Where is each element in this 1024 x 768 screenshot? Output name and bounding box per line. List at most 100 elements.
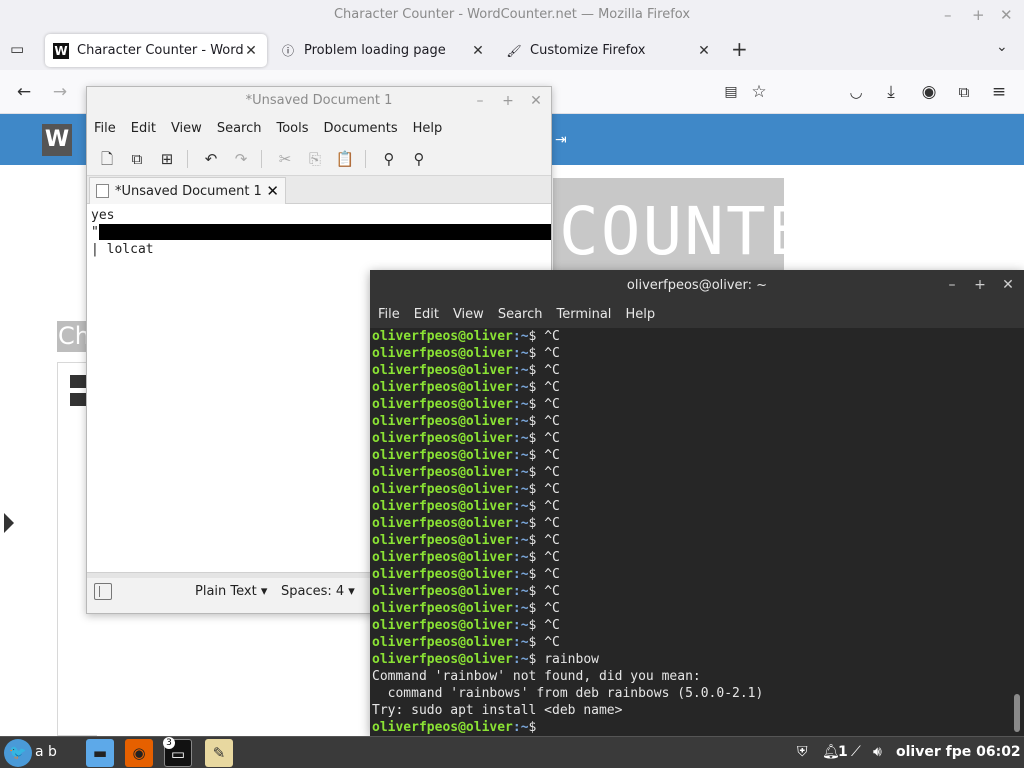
maximize-button[interactable]: + [498,87,518,115]
forward-arrow-icon[interactable]: → [48,80,72,104]
login-icon[interactable]: ⇥ [555,132,567,148]
minimize-button[interactable]: – [944,0,952,30]
user-and-clock[interactable]: oliver fpe 06:02 [896,744,1021,760]
back-arrow-icon[interactable]: ← [12,80,36,104]
firefox-window-title: Character Counter - WordCounter.net — Mo… [333,7,691,22]
tab-close-icon[interactable]: ✕ [266,182,279,200]
search-icon[interactable]: ⚲ [378,148,400,170]
new-document-icon[interactable]: 🗋 [96,148,118,170]
open-file-icon[interactable]: ⊞ [156,148,178,170]
terminal-line: oliverfpeos@oliver:~$ ^C [372,549,1022,566]
command-text: ^C [544,431,560,446]
editor-line: | lolcat [91,242,154,257]
volume-icon[interactable]: 🔊︎ [873,744,882,760]
indent-selector[interactable]: Spaces: 4 ▾ [281,584,355,599]
firefox-icon[interactable]: ◉ [125,739,153,767]
tab-close-icon[interactable]: ✕ [243,43,259,59]
search-replace-icon[interactable]: ⚲ [408,148,430,170]
pocket-icon[interactable]: ◡ [844,80,868,104]
download-icon[interactable]: ⤓ [879,80,903,104]
tab-unsaved-document[interactable]: *Unsaved Document 1 ✕ [89,177,286,204]
terminal-line: oliverfpeos@oliver:~$ ^C [372,464,1022,481]
prompt-suffix: $ [528,380,545,395]
prompt-user: oliverfpeos@oliver [372,363,513,378]
menu-search[interactable]: Search [217,121,262,136]
site-logo[interactable]: W [42,124,72,156]
menu-file[interactable]: File [378,307,400,322]
tab-customize-firefox[interactable]: 🖌 Customize Firefox ✕ [498,34,720,67]
menu-documents[interactable]: Documents [324,121,398,136]
menu-view[interactable]: View [453,307,484,322]
minimize-button[interactable]: – [942,270,962,301]
terminal-scrollbar[interactable] [1014,694,1020,732]
tab-problem-loading[interactable]: ⓘ Problem loading page ✕ [272,34,494,67]
prompt-suffix: $ [528,346,545,361]
terminal-line: oliverfpeos@oliver:~$ ^C [372,583,1022,600]
account-icon[interactable]: ◉ [917,80,941,104]
minimize-button[interactable]: – [470,87,490,115]
spaces-label: Spaces: 4 [281,584,345,599]
command-text: ^C [544,618,560,633]
menu-edit[interactable]: Edit [414,307,439,322]
prompt-user: oliverfpeos@oliver [372,499,513,514]
prompt-path: :~ [512,363,529,378]
tab-close-icon[interactable]: ✕ [696,43,712,59]
maximize-button[interactable]: + [970,270,990,301]
menu-view[interactable]: View [171,121,202,136]
sidebar-toggle-icon[interactable] [94,583,112,600]
shield-icon[interactable]: ⛨ [797,744,808,760]
tab-list-icon[interactable]: ▭ [10,40,24,58]
network-icon[interactable]: ⟋ [851,744,861,760]
menu-label[interactable]: a b [35,744,57,760]
text-editor-icon[interactable]: ✎ [205,739,233,767]
cut-icon[interactable]: ✂ [274,148,296,170]
close-button[interactable]: ✕ [526,87,546,115]
prompt-suffix: $ [528,448,545,463]
menu-help[interactable]: Help [413,121,443,136]
prompt-path: :~ [512,567,529,582]
tab-label: *Unsaved Document 1 [115,183,262,199]
chevron-down-icon[interactable]: ⌄ [996,39,1008,55]
menu-hamburger-icon[interactable]: ≡ [987,80,1011,104]
paste-icon[interactable]: 📋 [334,148,356,170]
tab-close-icon[interactable]: ✕ [470,43,486,59]
reader-view-icon[interactable]: ▤ [719,80,743,104]
terminal-line: oliverfpeos@oliver:~$ ^C [372,566,1022,583]
menu-file[interactable]: File [94,121,116,136]
file-manager-icon[interactable]: ▬ [86,739,114,767]
prompt-user: oliverfpeos@oliver [372,431,513,446]
bookmark-star-icon[interactable]: ☆ [747,80,771,104]
menu-search[interactable]: Search [498,307,543,322]
redacted-text-bar [99,224,551,240]
command-text: ^C [544,635,560,650]
new-tab-button[interactable]: + [731,37,748,61]
copy-icon[interactable]: ⎘ [304,148,326,170]
prompt-path: :~ [512,499,529,514]
prompt-suffix: $ [528,652,545,667]
mousepad-toolbar: 🗋 ⧉ ⊞ ↶ ↷ ✂ ⎘ 📋 ⚲ ⚲ [87,142,551,176]
close-button[interactable]: ✕ [998,270,1018,301]
whisker-menu-icon[interactable]: 🐦 [4,739,32,767]
prompt-path: :~ [512,346,529,361]
prompt-user: oliverfpeos@oliver [372,414,513,429]
menu-edit[interactable]: Edit [131,121,156,136]
menu-tools[interactable]: Tools [276,121,308,136]
language-selector[interactable]: Plain Text ▾ [195,584,267,599]
tab-character-counter[interactable]: W Character Counter - WordCounter.net ✕ [45,34,267,67]
undo-icon[interactable]: ↶ [200,148,222,170]
prompt-path: :~ [512,380,529,395]
close-button[interactable]: ✕ [1000,0,1013,30]
prompt-user: oliverfpeos@oliver [372,584,513,599]
prompt-suffix: $ [528,363,545,378]
extensions-icon[interactable]: ⧉ [952,80,976,104]
language-label: Plain Text [195,584,257,599]
command-text: ^C [544,516,560,531]
menu-help[interactable]: Help [625,307,655,322]
prompt-suffix: $ [528,635,545,650]
maximize-button[interactable]: + [972,0,985,30]
redo-icon[interactable]: ↷ [230,148,252,170]
new-window-icon[interactable]: ⧉ [126,148,148,170]
terminal-output[interactable]: oliverfpeos@oliver:~$ ^C oliverfpeos@oliv… [370,328,1024,736]
menu-terminal[interactable]: Terminal [556,307,611,322]
command-text: ^C [544,465,560,480]
